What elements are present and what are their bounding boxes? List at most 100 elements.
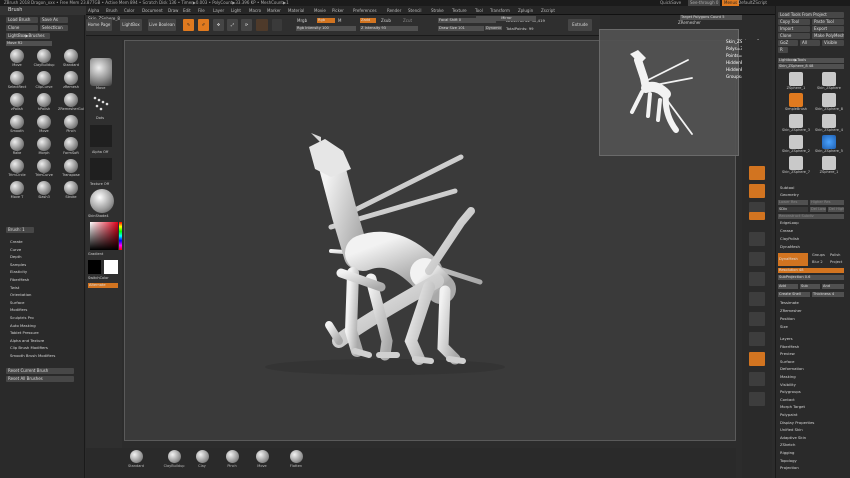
resolution-slider[interactable]: Resolution 48 [778,268,844,273]
subpalette-masking[interactable]: Masking [780,374,796,380]
brush-thumb-move[interactable]: Move [31,115,57,136]
move-brush-thumb[interactable] [90,58,112,86]
brush-thumb-morph[interactable]: Morph [31,137,57,158]
brush-thumb-slash3[interactable]: Slash3 [31,181,57,202]
actual-icon[interactable] [749,232,765,246]
groups-toggle[interactable]: Groups [812,253,825,257]
shelf-brush-flatten[interactable]: Flatten [284,450,308,468]
brush-thumb-claybuildup[interactable]: ClayBuildup [31,49,57,70]
higher-res-button[interactable]: Higher Res [810,200,844,205]
shelf-brush-move[interactable]: Move [250,450,274,468]
brush-thumb-zremesherguide[interactable]: ZRemesherGuide [58,93,84,114]
shelf-brush-standard[interactable]: Standard [124,450,148,468]
subpalette-contact[interactable]: Contact [780,397,795,403]
zoom-icon[interactable] [749,212,765,220]
dots-stroke-thumb[interactable] [90,94,112,114]
zsub-button[interactable]: Zsub [381,18,391,23]
switch-color-button[interactable]: SwitchColor [88,276,109,280]
modifier-samples[interactable]: Samples [10,262,55,270]
tool-thumb-skin-zsphere-8[interactable]: Skin_ZSphere_8 [813,93,845,114]
tool-preview-navigator[interactable]: Skin_ZSphere_8 Polys=33594 Points=32419 … [599,29,760,156]
zcut-button[interactable]: Zcut [403,18,412,23]
brush-thumb-formsoft[interactable]: FormSoft [58,137,84,158]
project-toggle[interactable]: Project [830,260,842,264]
color-swatch[interactable] [272,19,282,31]
menu-layer[interactable]: Layer [213,7,224,14]
tool-r-button[interactable]: R [778,47,788,53]
scale-mode-button[interactable]: ⤢ [227,19,238,31]
edgeloop-section[interactable]: EdgeLoop [780,220,799,226]
brush-thumb-hpolish[interactable]: hPolish [31,93,57,114]
subpalette-fibermesh[interactable]: FiberMesh [780,344,799,350]
geometry-section[interactable]: Geometry [780,192,799,198]
draw-mode-button[interactable]: ✐ [198,19,209,31]
tool-thumb-skin-zsphere-4[interactable]: Skin_ZSphere_4 [813,114,845,135]
menu-stroke[interactable]: Stroke [431,7,444,14]
subpalette-polypaint[interactable]: Polypaint [780,412,797,418]
reset-current-brush-button[interactable]: Reset Current Brush [6,368,74,374]
tool-thumb-zsphere-1[interactable]: ZSphere_1 [780,72,812,93]
tessimate-section[interactable]: Tessimate [780,300,799,306]
home-page-button[interactable]: Home Page [86,19,112,31]
lower-res-button[interactable]: Lower Res [778,200,808,205]
blur-slider[interactable]: Blur 2 [812,260,823,264]
polyf-icon[interactable] [749,372,765,386]
zremesher-button[interactable]: ZRemesher [678,20,701,25]
modifier-surface[interactable]: Surface [10,300,55,308]
menu-tool[interactable]: Tool [475,7,483,14]
subpalette-adaptive-skin[interactable]: Adaptive Skin [780,435,806,441]
mirror-button[interactable]: Mirror [476,16,536,21]
menu-marker[interactable]: Marker [267,7,281,14]
tool-thumb-skin-zsphere-2[interactable]: Skin_ZSphere_2 [780,135,812,156]
subpalette-preview[interactable]: Preview [780,351,795,357]
frame-icon[interactable] [749,332,765,346]
color-picker[interactable] [90,222,118,250]
subpalette-layers[interactable]: Layers [780,336,793,342]
menu-zplugin[interactable]: Zplugin [518,7,533,14]
modifier-create[interactable]: Create [10,239,55,247]
reconstruct-subdiv-button[interactable]: Reconstruct Subdiv [778,214,844,219]
subprojection-slider[interactable]: SubProjection 0.6 [778,275,844,280]
brush-thumb-rake[interactable]: Rake [4,137,30,158]
create-shell-button[interactable]: Create Shell [778,292,810,297]
dynamesh-section[interactable]: DynaMesh [780,244,800,250]
menu-alpha[interactable]: Alpha [88,7,99,14]
menu-macro[interactable]: Macro [249,7,261,14]
reset-all-brushes-button[interactable]: Reset All Brushes [6,376,74,382]
xyz-icon[interactable] [749,352,765,366]
menu-render[interactable]: Render [387,7,401,14]
mrgb-label[interactable]: Mrgb [297,18,307,23]
current-tool-slider[interactable]: Skin_ZSphere_8 48 [778,64,844,69]
polish-toggle[interactable]: Polish [830,253,840,257]
material-swatch[interactable] [256,19,268,31]
brush-thumb-trimcurve[interactable]: TrimCurve [31,159,57,180]
subpalette-rigging[interactable]: Rigging [780,450,794,456]
menu-light[interactable]: Light [231,7,241,14]
modifier-auto-masking[interactable]: Auto Masking [10,323,55,331]
secondary-color-swatch[interactable] [88,260,101,274]
floor-icon[interactable] [749,292,765,306]
add-button[interactable]: Add [778,284,798,289]
subpalette-deformation[interactable]: Deformation [780,366,804,372]
transp-icon[interactable] [749,392,765,406]
brush-thumb-pinch[interactable]: Pinch [58,115,84,136]
menu-material[interactable]: Material [288,7,304,14]
lightbox-tools-button[interactable]: Lightbox▶Tools [778,58,844,63]
tool-clone-button[interactable]: Clone [778,33,810,39]
modifier-elasticity[interactable]: Elasticity [10,269,55,277]
texture-thumb[interactable] [90,158,112,180]
tool-import-button[interactable]: Import [778,26,810,32]
tool-thumb-skin-zsphere-5[interactable]: Skin_ZSphere_5 [813,135,845,156]
subpalette-surface[interactable]: Surface [780,359,794,365]
menu-file[interactable]: File [198,7,205,14]
subtool-section[interactable]: Subtool [780,185,794,191]
brush-thumb-clipcurve[interactable]: ClipCurve [31,71,57,92]
extrude-button[interactable]: Extrude [568,19,592,31]
brush-thumb-standard[interactable]: Standard [58,49,84,70]
tool-goz-button[interactable]: GoZ [778,40,798,46]
local-icon[interactable] [749,312,765,326]
spix-icon[interactable] [749,184,765,198]
tool-thumb-skin-zsphere[interactable]: Skin_ZSphere [813,72,845,93]
menu-color[interactable]: Color [124,7,134,14]
tool-paste-tool-button[interactable]: Paste Tool [812,19,844,25]
